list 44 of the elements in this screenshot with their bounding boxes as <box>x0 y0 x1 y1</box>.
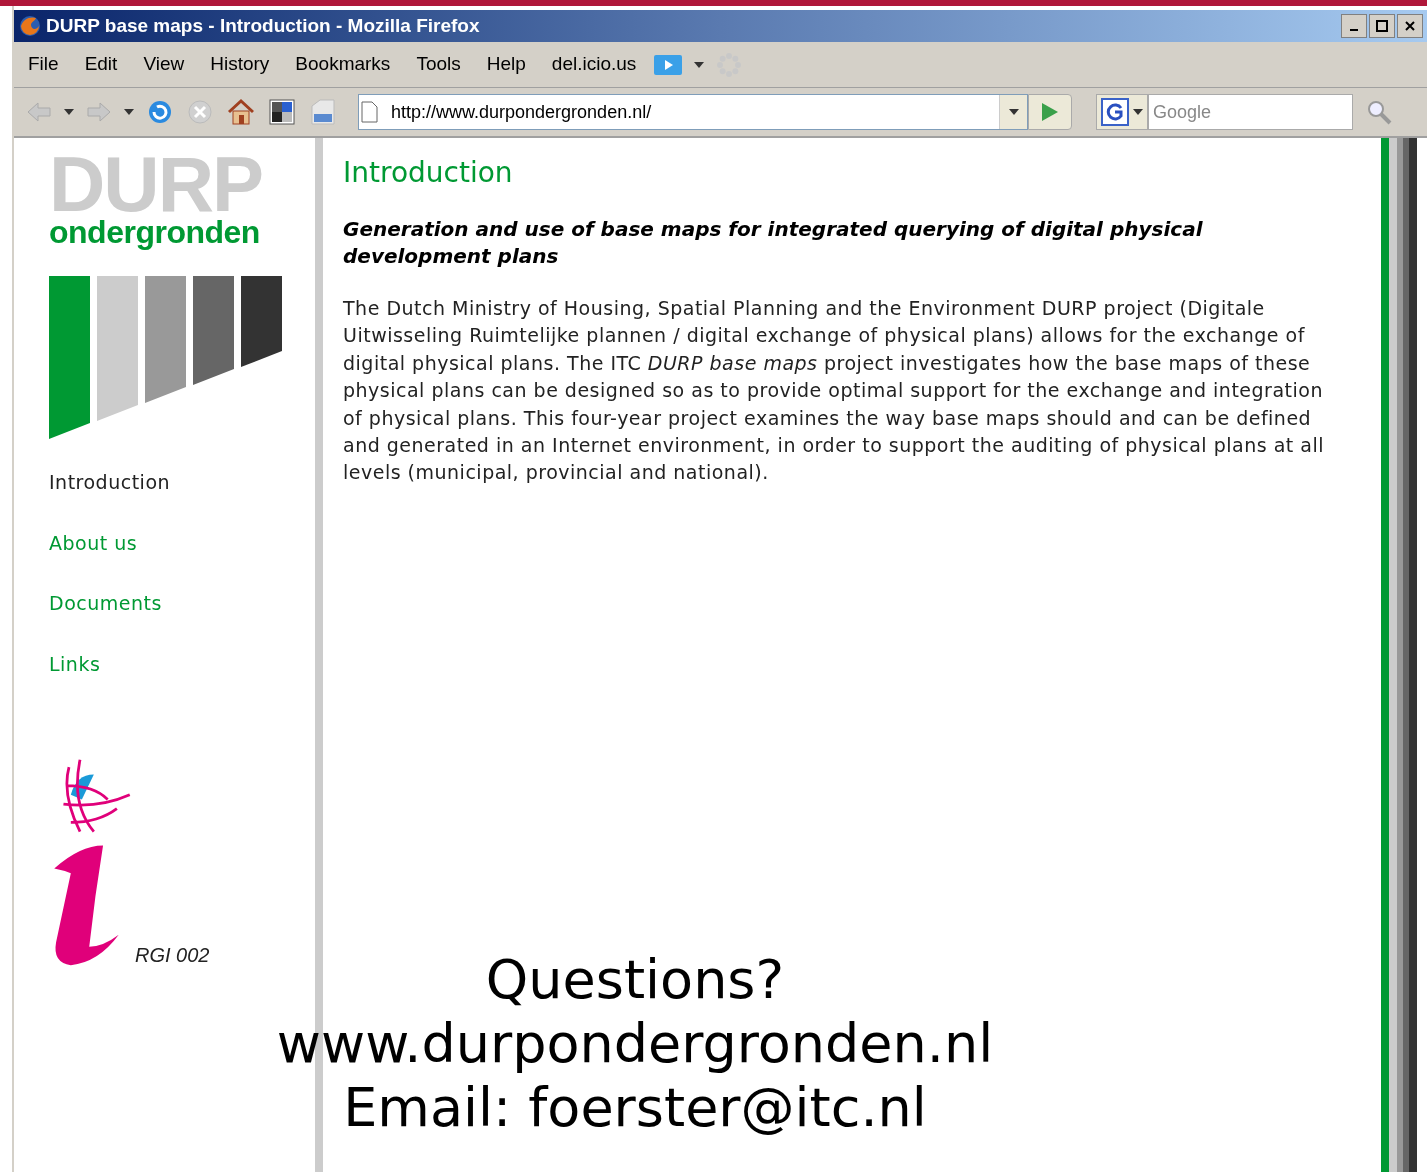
menu-item[interactable]: Bookmarks <box>295 50 391 79</box>
overlay-text: Email: foerster@itc.nl <box>343 1076 927 1140</box>
window-title: DURP base maps - Introduction - Mozilla Firefox <box>46 13 480 38</box>
reload-icon[interactable] <box>146 98 174 126</box>
search-engine-icon[interactable] <box>1101 98 1129 126</box>
search-field[interactable]: Google <box>1148 94 1353 130</box>
caret-icon[interactable] <box>124 109 134 115</box>
menu-item[interactable]: Edit <box>84 50 118 79</box>
home-icon[interactable] <box>226 98 256 126</box>
overlay-text: Questions? <box>485 948 785 1012</box>
maximize-button[interactable] <box>1369 14 1395 38</box>
close-icon <box>1404 20 1416 32</box>
go-icon <box>1040 101 1060 123</box>
menu-item[interactable]: File <box>28 50 59 79</box>
nav-link[interactable]: About us <box>49 528 315 557</box>
browser-logo-icon <box>18 14 42 38</box>
nav-link[interactable]: Documents <box>49 589 315 618</box>
menu-item[interactable]: View <box>143 50 185 79</box>
play-icon[interactable] <box>654 54 683 75</box>
menu-item[interactable]: del.icio.us <box>551 50 637 79</box>
page-subtitle: Generation and use of base maps for integrated querying of digital physical development plans <box>343 216 1204 270</box>
minimize-icon <box>1348 29 1360 31</box>
logo-subtitle: ondergronden <box>49 216 261 248</box>
page-icon <box>359 100 379 124</box>
menu-item[interactable]: History <box>210 50 270 79</box>
menu-item[interactable]: Help <box>486 50 526 79</box>
caret-icon[interactable] <box>694 61 705 68</box>
menu-item[interactable]: Tools <box>416 50 461 79</box>
close-button[interactable] <box>1397 14 1423 38</box>
logo-caption: RGI 002 <box>135 943 210 968</box>
nav-link[interactable]: Links <box>49 649 315 678</box>
overlay-text: www.durpondergronden.nl <box>276 1012 994 1076</box>
maximize-icon <box>1376 20 1388 32</box>
nav-link[interactable]: Introduction <box>49 468 315 497</box>
minimize-button[interactable] <box>1341 14 1367 38</box>
dropdown-button[interactable] <box>999 95 1027 129</box>
page-heading: Introduction <box>343 155 514 191</box>
caret-icon[interactable] <box>64 109 74 115</box>
grid-icon[interactable] <box>268 98 296 126</box>
caret-icon[interactable] <box>1133 109 1143 115</box>
address-field[interactable]: http://www.durpondergronden.nl/ <box>358 94 1028 130</box>
body-paragraph: The Dutch Ministry of Housing, Spatial Planning and the Environment DURP project (Digitale Uitwisseling Ruimtelijke plannen / digital exchange of physical plans) allows for the exchange of digital physical plans. The ITC DURP base maps project investigates how the base maps of these physical plans can be designed so as to provide optimal support for the exchange and integration of physical plans. This four-year project examines the way base maps should and can be defined and generated in an Internet environment, in order to support the auditing of physical plans at all levels (municipal, provincial and national). <box>343 296 1325 486</box>
caret-icon[interactable] <box>1008 109 1019 115</box>
tag-icon[interactable] <box>308 98 338 126</box>
